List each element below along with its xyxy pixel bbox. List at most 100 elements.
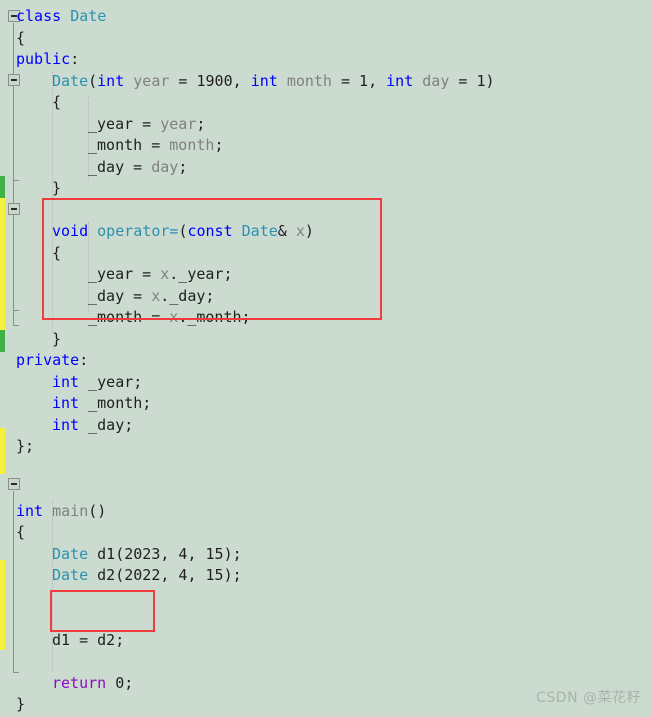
code-token: x [295,222,305,240]
code-token: = 1, [331,71,387,90]
code-token: ( [88,71,98,90]
code-token: year [160,114,197,133]
code-token: _year = [88,114,161,133]
code-token: { [16,28,26,47]
code-token: x [151,286,161,305]
code-line-17[interactable]: private: [0,350,88,372]
code-token: 0; [106,673,134,692]
code-token: public [16,50,71,68]
code-token: d1 = d2; [52,630,125,649]
code-token: int [250,71,278,90]
code-token: Date [52,544,89,563]
code-line-23[interactable] [0,479,16,501]
code-token: day [151,157,179,176]
code-token: ) [304,222,314,240]
code-token: _year = [88,265,161,283]
code-line-29[interactable] [0,608,16,630]
code-line-7[interactable]: _month = month; [0,135,223,157]
code-line-1[interactable]: class Date [0,6,106,28]
code-line-27[interactable]: Date d2(2022, 4, 15); [0,565,242,587]
code-token: ; [196,114,206,133]
code-line-16[interactable]: } [0,329,61,351]
code-token: class [16,7,62,25]
code-token: { [52,243,62,262]
code-line-8[interactable]: _day = day; [0,157,187,179]
code-token: { [16,523,26,541]
code-token: _day; [79,415,134,434]
code-line-20[interactable]: int _day; [0,415,133,437]
code-token: ._month; [178,308,251,326]
code-token: ._day; [160,286,215,305]
code-line-11[interactable]: void operator=(const Date& x) [0,221,314,243]
code-line-5[interactable]: { [0,92,61,114]
code-line-13[interactable]: _year = x._year; [0,264,233,286]
code-token: int [386,71,414,90]
code-line-25[interactable]: { [0,522,25,544]
code-line-18[interactable]: int _year; [0,372,142,394]
code-token: operator= [97,222,179,240]
csdn-watermark: CSDN @菜花籽 [536,689,641,706]
code-token: const [187,222,233,240]
code-line-12[interactable]: { [0,243,61,265]
code-token: _month; [79,394,152,412]
code-token: ; [214,136,224,154]
code-line-3[interactable]: public: [0,49,79,71]
code-token: () [88,501,107,520]
code-token: main [52,501,89,520]
code-token: } [16,695,26,713]
code-line-33[interactable]: } [0,694,25,716]
code-token: _day = [88,157,152,176]
code-token: } [52,329,62,348]
code-token: { [52,93,62,111]
code-token: int [97,71,125,90]
code-token: private [16,351,80,369]
code-token: x [169,308,179,326]
code-line-28[interactable] [0,587,16,609]
code-token: _month = [88,136,170,154]
code-editor-surface[interactable]: class Date{public: Date(int year = 1900, … [0,0,651,717]
code-line-15[interactable]: _month = x._month; [0,307,251,329]
code-line-10[interactable] [0,200,16,222]
code-token: _month = [88,308,170,326]
code-line-21[interactable]: }; [0,436,34,458]
code-token: = 1900, [169,71,251,90]
code-token: _day = [88,286,152,305]
code-token: year [133,71,170,90]
code-line-30[interactable]: d1 = d2; [0,630,124,652]
code-line-31[interactable] [0,651,16,673]
code-line-2[interactable]: { [0,28,25,50]
code-line-6[interactable]: _year = year; [0,114,205,136]
code-line-9[interactable]: } [0,178,61,200]
code-line-14[interactable]: _day = x._day; [0,286,214,308]
code-token: _year; [79,372,143,391]
code-token: ._year; [169,265,233,283]
code-token: month [286,71,332,90]
code-token: month [169,136,215,154]
code-line-32[interactable]: return 0; [0,673,133,695]
code-token: Date [241,222,278,240]
code-token: : [79,351,89,369]
code-text-area[interactable]: class Date{public: Date(int year = 1900, … [0,0,651,717]
code-line-4[interactable]: Date(int year = 1900, int month = 1, int… [0,71,495,93]
code-token: & [277,222,296,240]
code-token: int [52,372,80,391]
code-token: day [422,71,450,90]
code-token: return [52,673,107,692]
code-line-19[interactable]: int _month; [0,393,151,415]
code-token: Date [70,7,107,25]
code-token: int [16,501,44,520]
code-token: void [52,222,89,240]
code-token: }; [16,437,35,455]
code-token: x [160,265,170,283]
code-line-24[interactable]: int main() [0,501,106,523]
code-line-22[interactable] [0,458,16,480]
code-line-26[interactable]: Date d1(2023, 4, 15); [0,544,242,566]
code-token: } [52,179,62,197]
code-token: int [52,394,80,412]
